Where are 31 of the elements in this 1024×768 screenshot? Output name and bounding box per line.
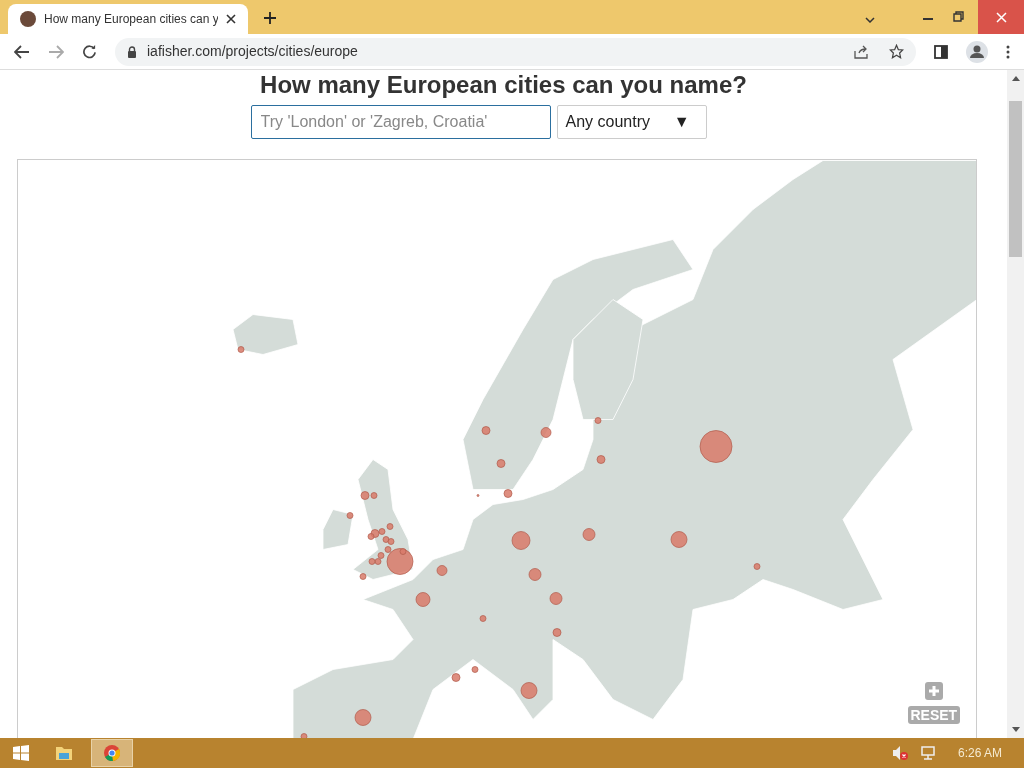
menu-icon[interactable] <box>1006 44 1010 59</box>
windows-start-icon[interactable] <box>13 745 29 761</box>
scrollbar-thumb[interactable] <box>1009 101 1022 257</box>
favicon <box>20 11 36 27</box>
back-icon[interactable] <box>14 44 30 59</box>
new-tab-icon[interactable] <box>264 12 276 24</box>
scroll-up-icon[interactable] <box>1011 76 1020 81</box>
page-heading: How many European cities can you name? <box>260 71 747 99</box>
url-text: iafisher.com/projects/cities/europe <box>147 42 359 61</box>
city-search-field[interactable]: Try 'London' or 'Zagreb, Croatia' <box>250 105 551 139</box>
lock-icon <box>127 45 137 58</box>
scrollbar[interactable] <box>1007 70 1024 738</box>
close-icon <box>995 11 1007 23</box>
restore-icon[interactable] <box>953 11 964 22</box>
plus-icon <box>927 685 940 697</box>
chrome-taskbar-button[interactable] <box>91 739 133 767</box>
close-icon[interactable] <box>226 14 236 24</box>
address-bar[interactable]: iafisher.com/projects/cities/europe <box>115 37 916 66</box>
chevron-down-icon[interactable] <box>865 17 875 23</box>
share-icon[interactable] <box>854 44 869 59</box>
volume-muted-icon[interactable] <box>891 745 908 761</box>
star-icon[interactable] <box>889 44 904 59</box>
profile-icon[interactable] <box>966 40 988 63</box>
tab-title: How many European cities can y <box>44 11 218 28</box>
reload-icon[interactable] <box>82 44 97 59</box>
country-dropdown[interactable]: Any country ▼ <box>556 105 707 139</box>
side-panel-icon[interactable] <box>934 44 948 59</box>
browser-tab[interactable]: How many European cities can y <box>8 4 248 34</box>
chrome-icon <box>104 745 120 761</box>
network-icon[interactable] <box>919 745 936 761</box>
scroll-down-icon[interactable] <box>1011 727 1020 732</box>
